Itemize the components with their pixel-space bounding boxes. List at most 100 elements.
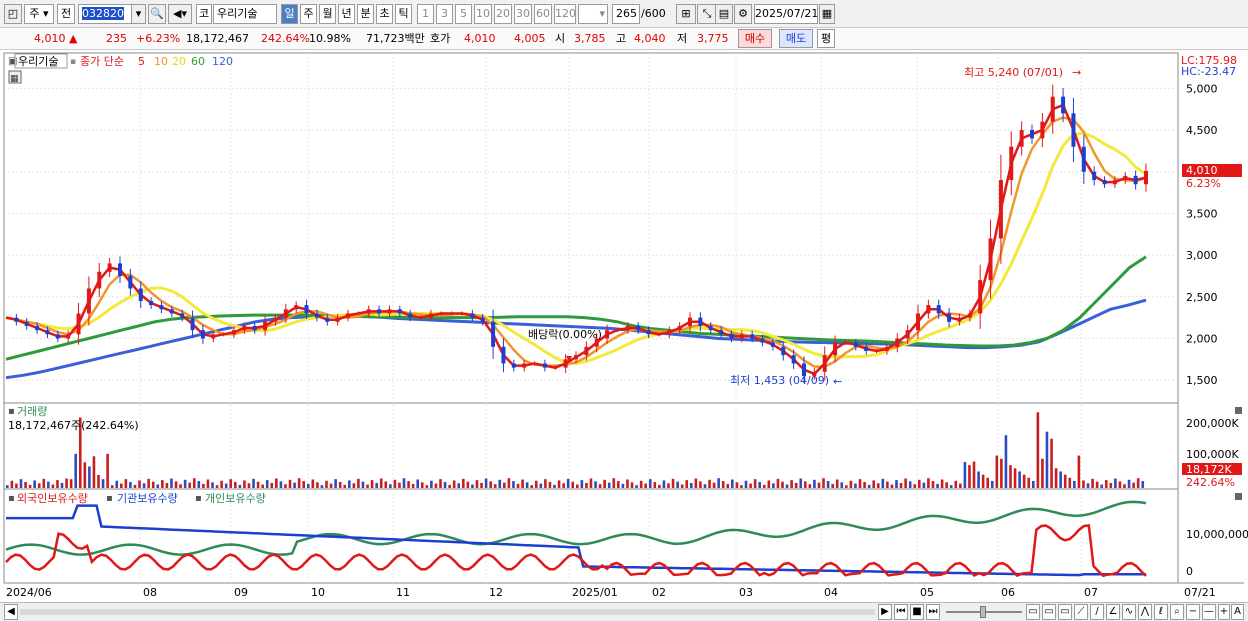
interval-10[interactable]: 10 xyxy=(474,4,492,24)
candle-body xyxy=(729,334,734,339)
layout-icon-3[interactable]: ▭ xyxy=(1058,604,1072,620)
sell-button[interactable]: 매도 xyxy=(779,29,813,48)
candle-body xyxy=(1071,113,1076,147)
interval-60[interactable]: 60 xyxy=(534,4,552,24)
legend-ma20: 20 xyxy=(172,55,186,68)
interval-5[interactable]: 5 xyxy=(455,4,472,24)
draw-tools-icon[interactable]: ⤡ xyxy=(697,4,717,24)
interval-1[interactable]: 1 xyxy=(417,4,434,24)
x-axis-label: 2025/01 xyxy=(572,586,618,599)
volume-bar xyxy=(348,480,351,488)
volume-bar xyxy=(1018,471,1021,488)
date-input[interactable]: 2025/07/21 xyxy=(754,4,818,24)
candle-body xyxy=(491,321,496,347)
interval-3[interactable]: 3 xyxy=(436,4,453,24)
eval-button[interactable]: 평 xyxy=(817,29,835,48)
volume-bar xyxy=(977,471,980,488)
draw-angle-icon[interactable]: ∠ xyxy=(1106,604,1120,620)
volume-bar xyxy=(106,453,109,488)
code-dropdown-icon[interactable]: ▾ xyxy=(131,4,146,24)
rewind-icon[interactable]: ⏮ xyxy=(894,604,908,620)
market-label: 주 xyxy=(29,7,40,20)
forward-icon[interactable]: ⏭ xyxy=(926,604,940,620)
volume-bar xyxy=(270,482,274,488)
candle-body xyxy=(947,313,952,322)
volume-bar xyxy=(147,478,150,488)
legend-close: 종가 단순 xyxy=(80,55,124,68)
candle-body xyxy=(905,330,910,339)
window-icon[interactable]: ◰ xyxy=(4,4,22,24)
period-tick[interactable]: 틱 xyxy=(395,4,412,24)
candle-body xyxy=(1092,171,1097,181)
volume-close-icon[interactable] xyxy=(1235,407,1242,414)
legend-stock[interactable]: 우리기술 xyxy=(18,55,58,68)
zoom-slider-thumb[interactable] xyxy=(980,606,986,618)
draw-trend-icon[interactable]: ∕ xyxy=(1090,604,1104,620)
volume-bar xyxy=(457,483,461,488)
volume-bar xyxy=(192,478,196,488)
volume-bar xyxy=(202,483,205,488)
font-size-icon[interactable]: A xyxy=(1231,604,1244,620)
scrollbar-track[interactable] xyxy=(20,609,875,615)
candle-body xyxy=(45,330,50,335)
interval-20[interactable]: 20 xyxy=(494,4,512,24)
x-axis-label: 05 xyxy=(920,586,934,599)
stop-icon[interactable]: ■ xyxy=(910,604,924,620)
volume-bar xyxy=(466,481,470,488)
svg-text:←: ← xyxy=(833,375,842,388)
chart-type-icon[interactable]: ⊞ xyxy=(676,4,696,24)
magnifier-icon[interactable]: ⌕ xyxy=(1170,604,1184,620)
zoom-out-icon[interactable]: − xyxy=(1186,604,1200,620)
prev-button[interactable]: 전 xyxy=(57,4,75,24)
volume-bar xyxy=(658,484,661,488)
gear-icon[interactable]: ⚙ xyxy=(734,4,752,24)
bid-price-2: 4,005 xyxy=(514,32,546,45)
candle-body xyxy=(325,317,330,322)
volume-bar xyxy=(370,480,374,488)
scroll-right-icon[interactable]: ▶ xyxy=(878,604,892,620)
scroll-left-icon[interactable]: ◀ xyxy=(4,604,18,620)
candle-body xyxy=(677,325,682,331)
draw-text-icon[interactable]: ℓ xyxy=(1154,604,1168,620)
draw-fan-icon[interactable]: ⋀ xyxy=(1138,604,1152,620)
zoom-minus-icon[interactable]: — xyxy=(1202,604,1216,620)
holdings-close-icon[interactable] xyxy=(1235,493,1242,500)
stock-name-field[interactable]: 우리기술 xyxy=(213,4,277,24)
draw-wave-icon[interactable]: ∿ xyxy=(1122,604,1136,620)
sound-icon[interactable]: ◀▾ xyxy=(168,4,192,24)
layout-icon-1[interactable]: ▭ xyxy=(1026,604,1040,620)
interval-input[interactable]: ▾ xyxy=(578,4,608,24)
volume-bar xyxy=(480,482,483,488)
period-day[interactable]: 일 xyxy=(281,4,298,24)
search-icon[interactable]: 🔍 xyxy=(148,4,166,24)
interval-120[interactable]: 120 xyxy=(554,4,576,24)
chart-area[interactable]: 5,0004,5004,0003,5003,0002,5002,0001,500… xyxy=(0,51,1248,603)
market-select[interactable]: 주 ▾ xyxy=(24,4,54,24)
zoom-in-icon[interactable]: + xyxy=(1218,604,1230,620)
save-icon[interactable]: ▤ xyxy=(715,4,733,24)
price-tick-label: 4,500 xyxy=(1186,124,1218,137)
layout-icon-2[interactable]: ▭ xyxy=(1042,604,1056,620)
toolbar: ◰ 주 ▾ 전 032820 ▾ 🔍 ◀▾ 코 우리기술 일 주 월 년 분 초… xyxy=(0,0,1248,28)
count-input[interactable]: 265 xyxy=(612,4,640,24)
volume-bar xyxy=(607,482,611,488)
period-month[interactable]: 월 xyxy=(319,4,336,24)
volume-bar xyxy=(411,483,415,488)
volume-bar xyxy=(498,479,502,488)
volume-bar xyxy=(717,478,720,488)
draw-line-icon[interactable]: ⟋ xyxy=(1074,604,1088,620)
period-year[interactable]: 년 xyxy=(338,4,355,24)
volume-bar xyxy=(174,481,178,488)
buy-button[interactable]: 매수 xyxy=(738,29,772,48)
calendar-icon[interactable]: ▦ xyxy=(819,4,835,24)
interval-30[interactable]: 30 xyxy=(514,4,532,24)
volume-tick-100k: 100,000K xyxy=(1186,448,1239,461)
candle-body xyxy=(615,330,620,332)
low-annotation: 최저 1,453 (04/09) xyxy=(730,374,829,387)
period-second[interactable]: 초 xyxy=(376,4,393,24)
candle-body xyxy=(128,275,133,289)
high-label: 고 xyxy=(616,32,627,45)
candle-body xyxy=(397,309,402,314)
period-week[interactable]: 주 xyxy=(300,4,317,24)
period-minute[interactable]: 분 xyxy=(357,4,374,24)
